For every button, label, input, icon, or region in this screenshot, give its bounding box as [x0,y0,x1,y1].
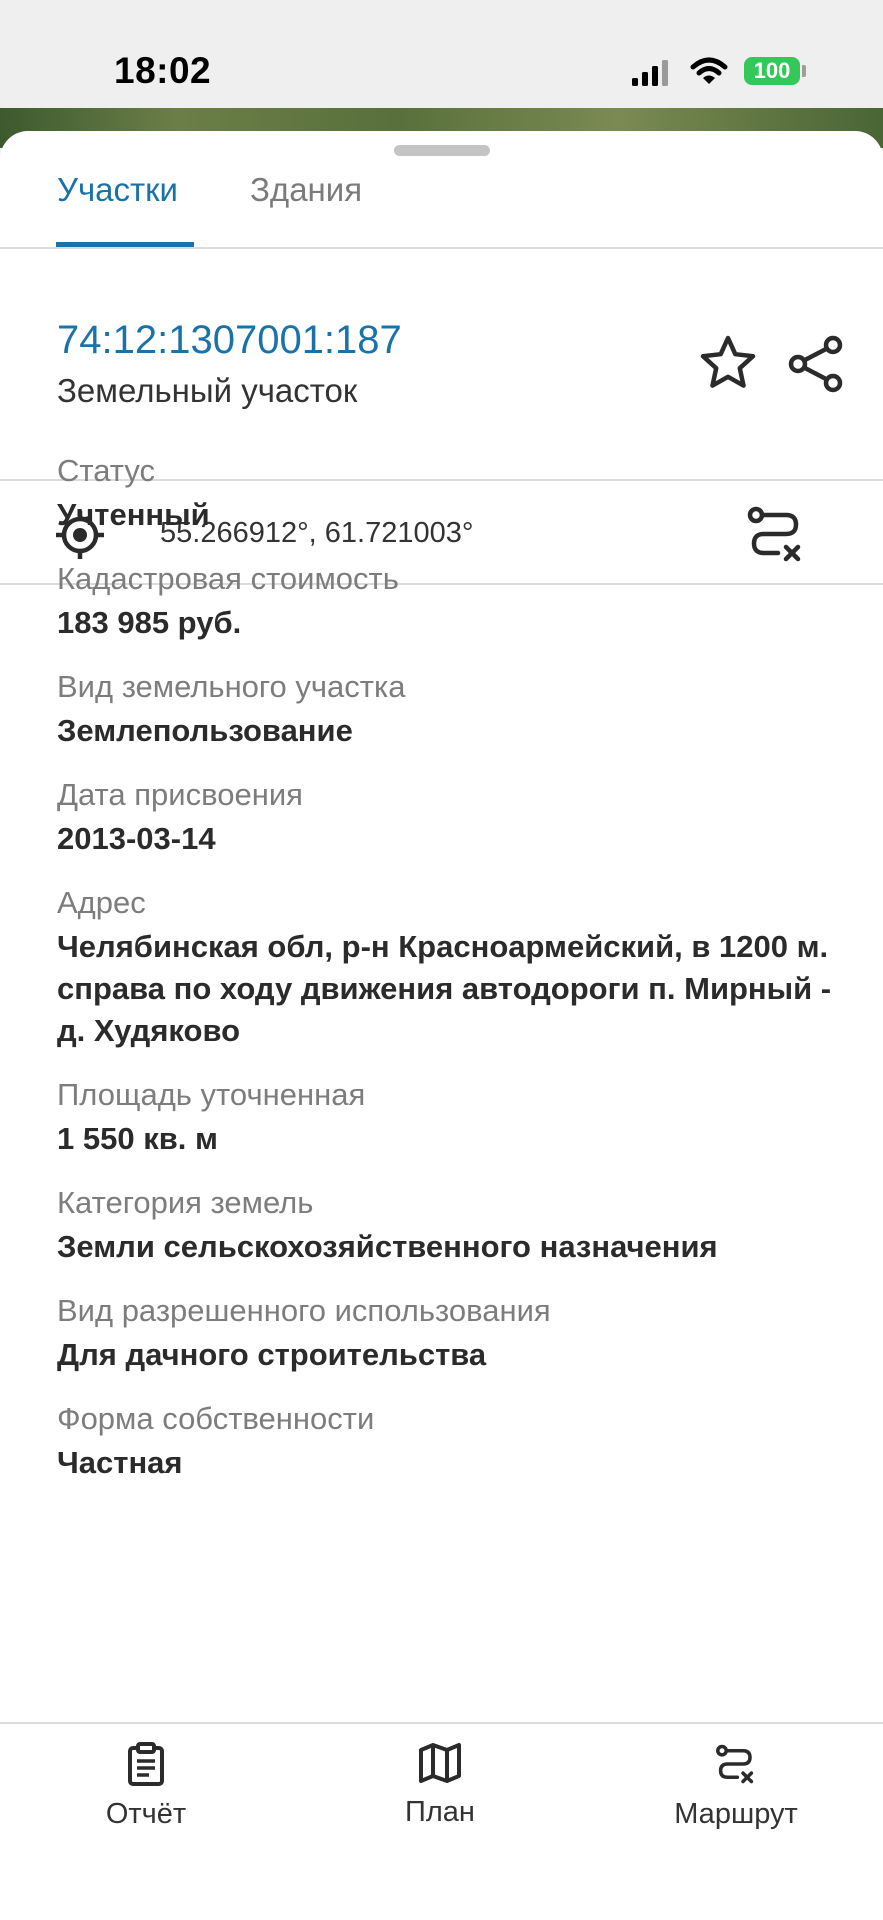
info-label: Категория земель [57,1185,314,1220]
tabs-divider [0,247,883,249]
info-area: Площадь уточненная 1 550 кв. м [57,1076,837,1160]
star-icon[interactable] [698,334,758,397]
app-screen: 18:02 100 Участки Здания 74:12:1307001:1… [0,0,883,1920]
info-label: Площадь уточненная [57,1077,366,1112]
info-value: 183 985 руб. [57,605,242,640]
nav-label: Маршрут [674,1798,798,1830]
info-cadastral-value: Кадастровая стоимость 183 985 руб. [57,560,837,644]
tab-buildings[interactable]: Здания [250,171,362,209]
info-label: Форма собственности [57,1401,375,1436]
clipboard-icon [46,1742,246,1786]
share-icon[interactable] [786,334,846,399]
cadastral-number[interactable]: 74:12:1307001:187 [57,318,402,363]
status-time: 18:02 [114,50,212,91]
route-icon [636,1742,836,1786]
nav-label: План [405,1796,475,1828]
parcel-type: Земельный участок [57,372,358,409]
battery-cap [802,65,806,77]
map-icon [340,1742,540,1784]
info-label: Вид разрешенного использования [57,1293,551,1328]
info-status: Статус Учтенный [57,452,837,536]
cellular-signal-icon [632,60,670,91]
info-label: Адрес [57,885,146,920]
nav-label: Отчёт [105,1798,187,1830]
info-value: Учтенный [57,497,210,532]
sheet-grabber[interactable] [394,145,490,156]
info-parcel-kind: Вид земельного участка Землепользование [57,668,837,752]
tab-plots[interactable]: Участки [57,171,178,209]
info-address: Адрес Челябинская обл, р-н Красноармейск… [57,884,837,1052]
nav-plan-button[interactable]: План [340,1742,540,1829]
nav-route-button[interactable]: Маршрут [636,1742,836,1831]
battery-icon: 100 [744,57,800,85]
info-label: Статус [57,453,155,488]
info-value: Челябинская обл, р-н Красноармейский, в … [57,929,832,1048]
info-ownership: Форма собственности Частная [57,1400,837,1484]
info-land-category: Категория земель Земли сельскохозяйствен… [57,1184,837,1268]
nav-report-button[interactable]: Отчёт [46,1742,246,1831]
info-value: Для дачного строительства [57,1337,487,1372]
info-value: Землепользование [57,713,353,748]
wifi-icon [690,56,728,91]
info-value: Земли сельскохозяйственного назначения [57,1229,718,1264]
bottom-navigation: Отчёт План Маршрут [0,1722,883,1920]
status-bar: 18:02 100 [0,0,883,108]
info-value: Частная [57,1445,183,1480]
info-permitted-use: Вид разрешенного использования Для дачно… [57,1292,837,1376]
info-assign-date: Дата присвоения 2013-03-14 [57,776,837,860]
info-label: Дата присвоения [57,777,303,812]
info-label: Вид земельного участка [57,669,406,704]
info-label: Кадастровая стоимость [57,561,399,596]
info-value: 1 550 кв. м [57,1121,218,1156]
info-value: 2013-03-14 [57,821,216,856]
parcel-info-list: Статус Учтенный Кадастровая стоимость 18… [57,452,837,1548]
